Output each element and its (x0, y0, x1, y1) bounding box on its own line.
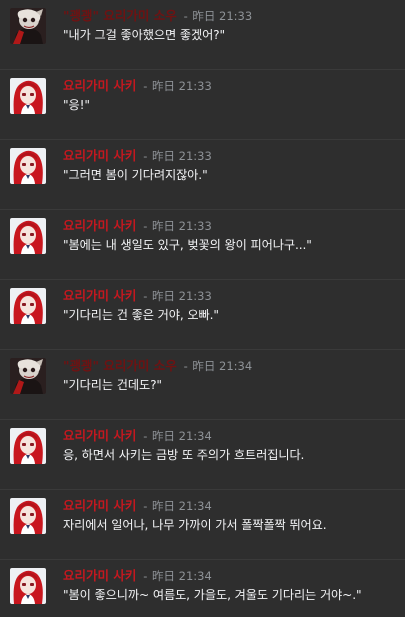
timestamp: - 昨日 21:34 (143, 499, 212, 513)
author-name[interactable]: 요리가미 사키 (63, 498, 136, 513)
chat-message: 요리가미 사키 - 昨日 21:33 "그러면 봄이 기다려지잖아." (0, 139, 405, 210)
timestamp: - 昨日 21:34 (143, 569, 212, 583)
message-text: "응!" (63, 98, 90, 112)
author-name[interactable]: 요리가미 사키 (63, 428, 136, 443)
author-name[interactable]: 요리가미 사키 (63, 78, 136, 93)
chat-message: 요리가미 사키 - 昨日 21:34 자리에서 일어나, 나무 가까이 가서 폴… (0, 489, 405, 560)
red-hair-girl-avatar[interactable] (10, 428, 46, 464)
message-text: "기다리는 건데도?" (63, 378, 162, 392)
message-text: "내가 그걸 좋아했으면 좋겠어?" (63, 28, 226, 42)
chat-feed: "괭괭" 요리가미 소우 - 昨日 21:33 "내가 그걸 좋아했으면 좋겠어… (0, 0, 405, 617)
red-hair-girl-avatar[interactable] (10, 498, 46, 534)
message-header: "괭괭" 요리가미 소우 - 昨日 21:33 (63, 8, 252, 24)
message-header: 요리가미 사키 - 昨日 21:34 (63, 568, 212, 584)
red-hair-girl-avatar[interactable] (10, 78, 46, 114)
timestamp: - 昨日 21:33 (183, 9, 253, 23)
message-header: 요리가미 사키 - 昨日 21:34 (63, 498, 212, 514)
timestamp: - 昨日 21:34 (143, 429, 212, 443)
red-hair-girl-avatar[interactable] (10, 288, 46, 324)
author-name[interactable]: 요리가미 사키 (63, 568, 136, 583)
message-header: 요리가미 사키 - 昨日 21:33 (63, 288, 212, 304)
timestamp: - 昨日 21:33 (143, 79, 212, 93)
timestamp: - 昨日 21:33 (143, 289, 212, 303)
chat-message: "괭괭" 요리가미 소우 - 昨日 21:33 "내가 그걸 좋아했으면 좋겠어… (0, 0, 405, 70)
author-name[interactable]: 요리가미 사키 (63, 218, 136, 233)
timestamp: - 昨日 21:34 (183, 359, 253, 373)
message-header: 요리가미 사키 - 昨日 21:33 (63, 148, 212, 164)
chat-message: "괭괭" 요리가미 소우 - 昨日 21:34 "기다리는 건데도?" (0, 349, 405, 420)
message-text: 자리에서 일어나, 나무 가까이 가서 폴짝폴짝 뛰어요. (63, 518, 327, 532)
author-name[interactable]: 요리가미 사키 (63, 148, 136, 163)
red-hair-girl-avatar[interactable] (10, 568, 46, 604)
message-text: "기다리는 건 좋은 거야, 오빠." (63, 308, 219, 322)
author-name[interactable]: "괭괭" 요리가미 소우 (63, 358, 177, 373)
chat-message: 요리가미 사키 - 昨日 21:33 "응!" (0, 69, 405, 140)
timestamp: - 昨日 21:33 (143, 219, 212, 233)
message-text: 응, 하면서 사키는 금방 또 주의가 흐트러집니다. (63, 448, 305, 462)
skull-mask-avatar[interactable] (10, 358, 46, 394)
author-name[interactable]: "괭괭" 요리가미 소우 (63, 8, 177, 23)
message-text: "그러면 봄이 기다려지잖아." (63, 168, 208, 182)
message-header: "괭괭" 요리가미 소우 - 昨日 21:34 (63, 358, 252, 374)
chat-message: 요리가미 사키 - 昨日 21:33 "봄에는 내 생일도 있구, 벚꽃의 왕이… (0, 209, 405, 280)
message-header: 요리가미 사키 - 昨日 21:33 (63, 218, 212, 234)
message-header: 요리가미 사키 - 昨日 21:33 (63, 78, 212, 94)
message-text: "봄이 좋으니까~ 여름도, 가을도, 겨울도 기다리는 거야~." (63, 588, 362, 602)
chat-message: 요리가미 사키 - 昨日 21:33 "기다리는 건 좋은 거야, 오빠." (0, 279, 405, 350)
chat-message: 요리가미 사키 - 昨日 21:34 응, 하면서 사키는 금방 또 주의가 흐… (0, 419, 405, 490)
chat-message: 요리가미 사키 - 昨日 21:34 "봄이 좋으니까~ 여름도, 가을도, 겨… (0, 559, 405, 617)
message-text: "봄에는 내 생일도 있구, 벚꽃의 왕이 피어나구..." (63, 238, 312, 252)
message-header: 요리가미 사키 - 昨日 21:34 (63, 428, 212, 444)
skull-mask-avatar[interactable] (10, 8, 46, 44)
author-name[interactable]: 요리가미 사키 (63, 288, 136, 303)
red-hair-girl-avatar[interactable] (10, 148, 46, 184)
red-hair-girl-avatar[interactable] (10, 218, 46, 254)
timestamp: - 昨日 21:33 (143, 149, 212, 163)
